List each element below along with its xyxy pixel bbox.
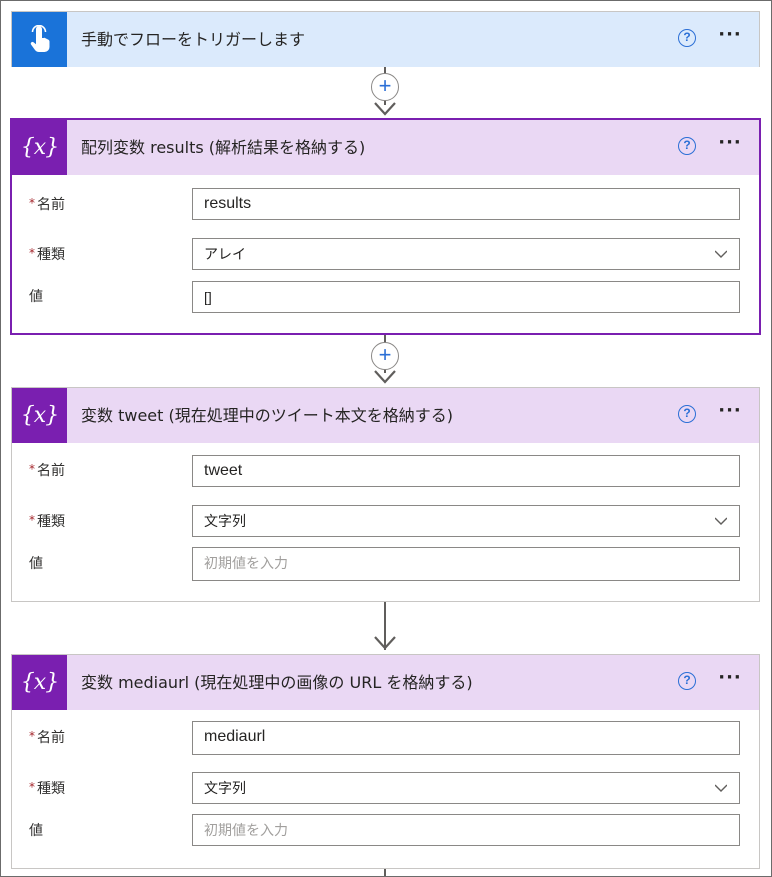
- step-title: 変数 tweet (現在処理中のツイート本文を格納する): [81, 406, 453, 425]
- help-icon[interactable]: ?: [678, 137, 696, 155]
- step-header[interactable]: {x} 配列変数 results (解析結果を格納する) ? ···: [12, 120, 759, 175]
- manual-trigger-icon: [12, 12, 67, 67]
- more-options-icon[interactable]: ···: [715, 669, 745, 693]
- value-label: 値: [29, 289, 43, 305]
- chevron-down-icon: [715, 784, 727, 792]
- name-label: * 名前: [29, 462, 65, 479]
- type-label: * 種類: [29, 513, 65, 530]
- variable-icon: {x}: [12, 120, 67, 175]
- name-label: * 名前: [29, 196, 65, 213]
- value-label: 値: [29, 823, 43, 839]
- value-input[interactable]: 初期値を入力: [192, 814, 740, 846]
- trigger-card[interactable]: 手動でフローをトリガーします ? ···: [11, 11, 760, 67]
- chevron-down-icon: [715, 250, 727, 258]
- name-label: * 名前: [29, 729, 65, 746]
- arrow-down-icon: [374, 370, 396, 384]
- chevron-down-icon: [715, 517, 727, 525]
- variable-icon: {x}: [12, 655, 67, 710]
- init-variable-card-mediaurl[interactable]: {x} 変数 mediaurl (現在処理中の画像の URL を格納する) ? …: [11, 654, 760, 869]
- arrow-down-icon: [374, 636, 396, 650]
- step-header[interactable]: {x} 変数 tweet (現在処理中のツイート本文を格納する) ? ···: [12, 388, 759, 443]
- help-icon[interactable]: ?: [678, 29, 696, 47]
- more-options-icon[interactable]: ···: [715, 402, 745, 426]
- connector-line: [384, 869, 386, 877]
- insert-step-button[interactable]: +: [371, 73, 399, 101]
- more-options-icon[interactable]: ···: [715, 26, 745, 50]
- help-icon[interactable]: ?: [678, 405, 696, 423]
- help-icon[interactable]: ?: [678, 672, 696, 690]
- type-label: * 種類: [29, 246, 65, 263]
- init-variable-card-results[interactable]: {x} 配列変数 results (解析結果を格納する) ? ··· * 名前 r…: [10, 118, 761, 335]
- insert-step-button[interactable]: +: [371, 342, 399, 370]
- type-label: * 種類: [29, 780, 65, 797]
- trigger-header[interactable]: 手動でフローをトリガーします ? ···: [12, 12, 759, 67]
- name-input[interactable]: mediaurl: [192, 721, 740, 755]
- more-options-icon[interactable]: ···: [715, 134, 745, 158]
- step-title: 変数 mediaurl (現在処理中の画像の URL を格納する): [81, 673, 473, 692]
- type-select[interactable]: アレイ: [192, 238, 740, 270]
- value-input[interactable]: []: [192, 281, 740, 313]
- type-select[interactable]: 文字列: [192, 505, 740, 537]
- trigger-title: 手動でフローをトリガーします: [81, 30, 306, 49]
- variable-icon: {x}: [12, 388, 67, 443]
- arrow-down-icon: [374, 102, 396, 116]
- init-variable-card-tweet[interactable]: {x} 変数 tweet (現在処理中のツイート本文を格納する) ? ··· *…: [11, 387, 760, 602]
- name-input[interactable]: results: [192, 188, 740, 220]
- type-select[interactable]: 文字列: [192, 772, 740, 804]
- name-input[interactable]: tweet: [192, 455, 740, 487]
- step-title: 配列変数 results (解析結果を格納する): [81, 138, 366, 157]
- step-header[interactable]: {x} 変数 mediaurl (現在処理中の画像の URL を格納する) ? …: [12, 655, 759, 710]
- value-input[interactable]: 初期値を入力: [192, 547, 740, 581]
- value-label: 値: [29, 556, 43, 572]
